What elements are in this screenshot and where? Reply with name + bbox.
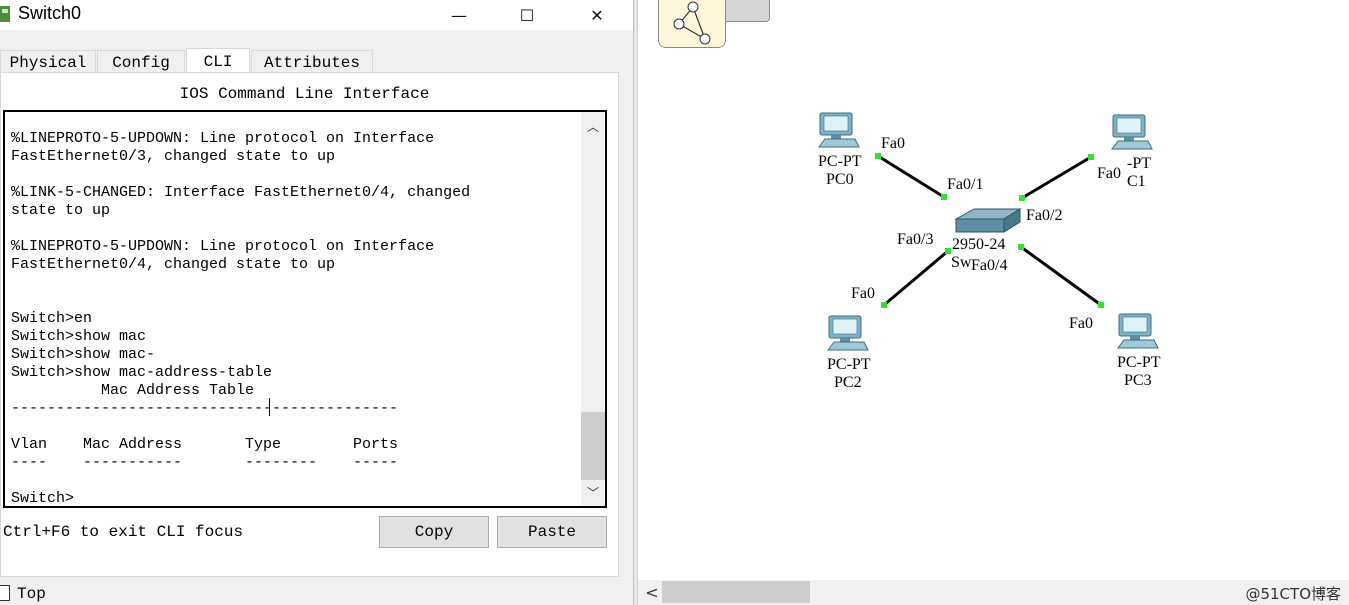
top-checkbox[interactable] <box>0 585 10 601</box>
link-light-pc0 <box>875 153 881 159</box>
cli-focus-hint: Ctrl+F6 to exit CLI focus <box>3 523 244 541</box>
text-cursor <box>269 398 270 416</box>
pc1-type-label: -PT <box>1127 155 1151 172</box>
pc1-icon[interactable] <box>1111 114 1153 150</box>
copy-button[interactable]: Copy <box>379 516 489 548</box>
maximize-button[interactable]: ☐ <box>504 0 550 30</box>
pc2-type-label: PC-PT <box>827 356 871 373</box>
tab-physical[interactable]: Physical <box>0 50 96 74</box>
console-line: Mac Address Table <box>11 382 255 399</box>
close-icon: ✕ <box>590 5 604 25</box>
pc3-icon[interactable] <box>1117 313 1159 349</box>
cli-console[interactable]: %LINEPROTO-5-UPDOWN: Line protocol on In… <box>3 110 607 508</box>
pc0-name-label: PC0 <box>826 171 854 188</box>
link-light-pc3 <box>1098 302 1104 308</box>
port-label-pc2: Fa0 <box>851 285 875 302</box>
link-light-sw4 <box>1018 244 1024 250</box>
switch-model-label: 2950-24 <box>952 236 1005 253</box>
port-label-sw2: Fa0/2 <box>1026 207 1062 224</box>
window-title: Switch0 <box>18 3 82 23</box>
port-label-pc0: Fa0 <box>881 135 905 152</box>
watermark: @51CTO博客 <box>1245 585 1341 603</box>
scroll-up-icon[interactable]: ︿ <box>581 116 605 136</box>
console-line: Switch> <box>11 490 75 507</box>
link-pc2-switch[interactable] <box>883 249 949 307</box>
switch-icon[interactable] <box>954 208 1022 233</box>
pc1-name-label: C1 <box>1127 173 1146 190</box>
pc0-icon[interactable] <box>818 112 860 148</box>
port-label-pc3: Fa0 <box>1069 315 1093 332</box>
console-line: %LINEPROTO-5-UPDOWN: Line protocol on In… <box>11 130 435 147</box>
port-label-sw1: Fa0/1 <box>947 176 983 193</box>
tab-bar: Physical Config CLI Attributes <box>0 48 633 74</box>
console-line: ----------------------------------------… <box>11 400 399 417</box>
scrollbar-thumb[interactable] <box>581 412 605 480</box>
cli-panel: IOS Command Line Interface %LINEPROTO-5-… <box>0 72 619 577</box>
console-line: state to up <box>11 202 111 219</box>
minimize-icon: — <box>451 5 467 25</box>
switch-name-label: Sw <box>951 254 972 271</box>
console-line: FastEthernet0/3, changed state to up <box>11 148 336 165</box>
console-line: FastEthernet0/4, changed state to up <box>11 256 336 273</box>
console-line: Vlan Mac Address Type Ports <box>11 436 399 453</box>
workspace-horizontal-scrollbar[interactable]: < @51CTO博客 <box>638 580 1349 605</box>
console-line: %LINEPROTO-5-UPDOWN: Line protocol on In… <box>11 238 435 255</box>
link-light-pc1 <box>1088 154 1094 160</box>
cli-heading: IOS Command Line Interface <box>179 85 430 103</box>
close-button[interactable]: ✕ <box>574 0 620 30</box>
port-label-sw3: Fa0/3 <box>897 231 933 248</box>
paste-button[interactable]: Paste <box>497 516 607 548</box>
link-light-sw1 <box>941 194 947 200</box>
title-bar: Switch0 — ☐ ✕ <box>0 0 633 30</box>
console-line: Switch>show mac-address-table <box>11 364 273 381</box>
scroll-left-icon[interactable]: < <box>642 582 662 602</box>
link-light-sw2 <box>1019 195 1025 201</box>
packet-tracer-app-icon <box>0 6 10 22</box>
minimize-button[interactable]: — <box>436 0 482 30</box>
pc2-icon[interactable] <box>827 315 869 351</box>
tab-config[interactable]: Config <box>97 50 185 74</box>
logical-workspace[interactable]: 2950-24 Sw PC-PT PC0 -PT C1 PC-PT PC2 PC… <box>638 0 1349 580</box>
link-pc3-switch[interactable] <box>1020 245 1102 307</box>
scroll-down-icon[interactable]: ﹀ <box>581 482 605 502</box>
console-line: Switch>en <box>11 310 93 327</box>
tab-attributes[interactable]: Attributes <box>251 50 373 74</box>
link-light-pc2 <box>881 302 887 308</box>
top-label: Top <box>17 585 46 603</box>
switch0-window: Switch0 — ☐ ✕ Physical Config CLI Attrib… <box>0 0 633 605</box>
link-pc1-switch[interactable] <box>1021 155 1092 200</box>
pc3-name-label: PC3 <box>1124 372 1152 389</box>
console-line: Switch>show mac <box>11 328 147 345</box>
console-line: %LINK-5-CHANGED: Interface FastEthernet0… <box>11 184 471 201</box>
console-line: ---- ----------- -------- ----- <box>11 454 399 471</box>
pc2-name-label: PC2 <box>834 374 862 391</box>
port-label-pc1: Fa0 <box>1097 165 1121 182</box>
tab-cli[interactable]: CLI <box>186 48 250 74</box>
network-topology: 2950-24 Sw PC-PT PC0 -PT C1 PC-PT PC2 PC… <box>818 112 1161 391</box>
console-output[interactable]: %LINEPROTO-5-UPDOWN: Line protocol on In… <box>11 130 577 507</box>
pc3-type-label: PC-PT <box>1117 354 1161 371</box>
port-label-sw4: Fa0/4 <box>971 257 1007 274</box>
horizontal-scroll-thumb[interactable] <box>662 581 810 603</box>
console-line: Switch>show mac- <box>11 346 156 363</box>
link-pc0-switch[interactable] <box>877 154 945 199</box>
pc0-type-label: PC-PT <box>818 153 862 170</box>
console-scrollbar[interactable]: ︿ ﹀ <box>581 112 605 506</box>
maximize-icon: ☐ <box>519 5 535 25</box>
